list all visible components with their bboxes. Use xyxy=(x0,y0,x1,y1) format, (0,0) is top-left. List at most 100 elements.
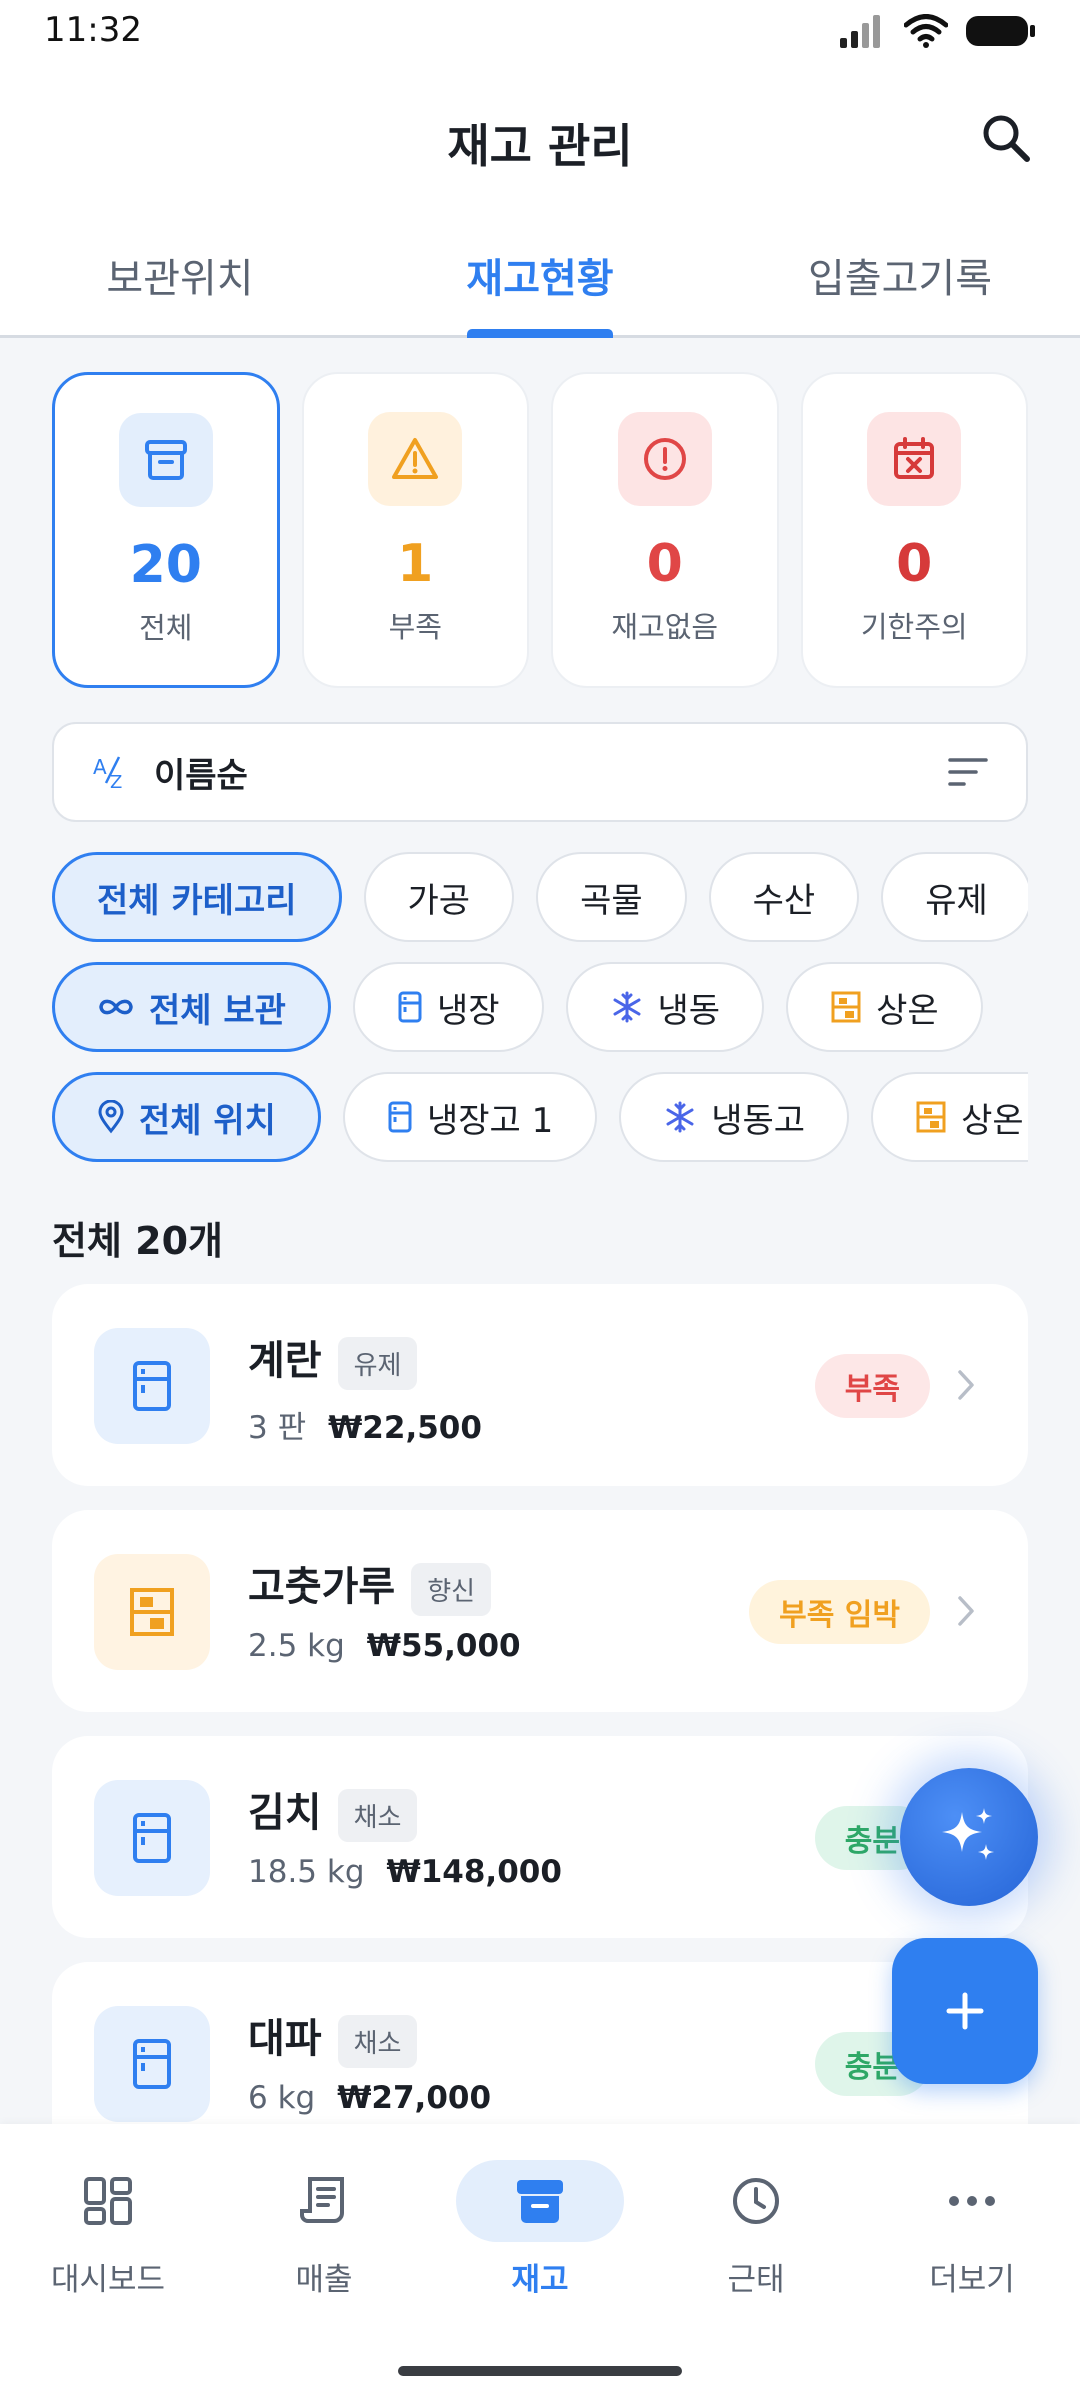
fridge-icon xyxy=(133,2039,171,2089)
item-category-tag: 채소 xyxy=(337,2014,418,2068)
summary-card-expiry[interactable]: 0 기한주의 xyxy=(800,372,1028,688)
add-item-button[interactable] xyxy=(892,1938,1038,2084)
chip-category[interactable]: 수산 xyxy=(708,852,860,942)
chip-category[interactable]: 유제 xyxy=(881,852,1028,942)
tab-storage-location[interactable]: 보관위치 xyxy=(0,210,360,335)
fridge-icon xyxy=(133,1813,171,1863)
item-quantity: 6 kg xyxy=(248,2080,316,2116)
more-dots-icon xyxy=(949,2196,995,2206)
item-thumbnail xyxy=(94,1780,210,1896)
nav-icon-pill xyxy=(888,2160,1056,2242)
list-count-title: 전체 20개 xyxy=(52,1219,223,1263)
receipt-icon xyxy=(300,2177,344,2223)
item-thumbnail xyxy=(94,1328,210,1444)
item-meta: 3 판 ₩22,500 xyxy=(248,1402,482,1447)
chip-category[interactable]: 가공 xyxy=(363,852,515,942)
chip-label: 상온 창고 xyxy=(961,1100,1028,1141)
sparkle-icon xyxy=(942,1808,994,1860)
summary-label: 재고없음 xyxy=(611,610,719,644)
search-button[interactable] xyxy=(976,108,1036,168)
summary-card-out-of-stock[interactable]: 0 재고없음 xyxy=(551,372,779,688)
item-quantity: 2.5 kg xyxy=(248,1628,345,1664)
chip-label: 냉동고 xyxy=(711,1100,806,1141)
chip-category-all[interactable]: 전체 카테고리 xyxy=(52,852,342,942)
battery-icon xyxy=(966,16,1035,46)
summary-icon-box xyxy=(118,413,213,507)
list-item[interactable]: 계란 유제 3 판 ₩22,500 부족 xyxy=(52,1284,1028,1486)
sort-az-icon: AZ xyxy=(93,755,122,792)
list-item[interactable]: 김치 채소 18.5 kg ₩148,000 충분 xyxy=(52,1736,1028,1938)
item-category-tag: 향신 xyxy=(411,1562,492,1616)
fridge-icon xyxy=(398,991,422,1023)
summary-card-low[interactable]: 1 부족 xyxy=(301,372,529,688)
svg-text:Z: Z xyxy=(110,772,122,792)
chip-label: 전체 보관 xyxy=(149,990,286,1031)
item-meta: 18.5 kg ₩148,000 xyxy=(248,1854,562,1890)
chip-storage-fridge[interactable]: 냉장 xyxy=(352,962,544,1052)
sort-selector[interactable]: AZ 이름순 xyxy=(52,722,1028,822)
snowflake-icon xyxy=(666,1101,694,1133)
shelf-icon xyxy=(831,991,861,1023)
summary-icon-box xyxy=(368,412,463,506)
tab-stock-status[interactable]: 재고현황 xyxy=(360,210,720,338)
chip-label: 전체 위치 xyxy=(139,1100,276,1141)
tab-bar: 보관위치 재고현황 입출고기록 xyxy=(0,210,1080,338)
status-bar: 11:32 xyxy=(0,0,1080,70)
plus-icon xyxy=(946,1992,984,2030)
search-icon xyxy=(983,115,1030,162)
system-icons xyxy=(840,14,1036,48)
nav-label: 근태 xyxy=(727,2262,785,2298)
list-item[interactable]: 고춧가루 향신 2.5 kg ₩55,000 부족 임박 xyxy=(52,1510,1028,1712)
page-title: 재고 관리 xyxy=(447,119,633,173)
summary-label: 기한주의 xyxy=(860,610,968,644)
chip-location[interactable]: 냉장고 1 xyxy=(342,1072,598,1162)
chip-category[interactable]: 곡물 xyxy=(536,852,687,942)
chip-location[interactable]: 상온 창고 xyxy=(871,1072,1028,1162)
chip-storage-room[interactable]: 상온 xyxy=(786,962,983,1052)
shelf-icon xyxy=(130,1588,174,1636)
summary-count: 0 xyxy=(646,534,683,594)
app-bar: 재고 관리 xyxy=(0,70,1080,210)
item-name: 김치 채소 xyxy=(248,1780,418,1842)
nav-inventory[interactable]: 재고 xyxy=(432,2124,648,2344)
inventory-list: 계란 유제 3 판 ₩22,500 부족 고춧가루 향신 2.5 kg ₩55,000 … xyxy=(52,1284,1028,2188)
nav-dashboard[interactable]: 대시보드 xyxy=(0,2124,216,2344)
summary-icon-box xyxy=(617,412,712,506)
location-filter-row: 전체 위치 냉장고 1 냉동고 상온 창고 xyxy=(52,1072,1028,1164)
summary-card-all[interactable]: 20 전체 xyxy=(52,372,280,688)
nav-sales[interactable]: 매출 xyxy=(216,2124,432,2344)
summary-count: 20 xyxy=(129,535,202,595)
summary-cards: 20 전체 1 부족 0 재고없음 0 기한주의 xyxy=(52,372,1028,688)
category-filter-row: 전체 카테고리 가공 곡물 수산 유제 향신 xyxy=(52,852,1028,944)
sort-label: 이름순 xyxy=(154,755,248,796)
chip-storage-freezer[interactable]: 냉동 xyxy=(565,962,765,1052)
item-thumbnail xyxy=(94,2006,210,2122)
item-name: 대파 채소 xyxy=(248,2006,418,2068)
item-name: 계란 유제 xyxy=(248,1328,418,1390)
tab-inout-history[interactable]: 입출고기록 xyxy=(720,210,1080,335)
calendar-x-icon xyxy=(894,437,935,479)
nav-icon-pill xyxy=(24,2160,192,2242)
svg-text:A: A xyxy=(93,755,107,779)
chip-storage-all[interactable]: 전체 보관 xyxy=(52,962,331,1052)
item-category-tag: 채소 xyxy=(337,1788,418,1842)
fridge-icon xyxy=(133,1361,171,1411)
summary-icon-box xyxy=(867,412,962,506)
chip-label: 냉동 xyxy=(657,990,721,1031)
ai-assistant-button[interactable] xyxy=(900,1768,1038,1906)
wifi-icon xyxy=(904,14,948,48)
nav-attendance[interactable]: 근태 xyxy=(648,2124,864,2344)
nav-more[interactable]: 더보기 xyxy=(864,2124,1080,2344)
chip-location-all[interactable]: 전체 위치 xyxy=(52,1072,321,1162)
chip-location[interactable]: 냉동고 xyxy=(619,1072,850,1162)
summary-label: 전체 xyxy=(139,611,193,645)
warning-triangle-icon xyxy=(392,438,439,479)
location-pin-icon xyxy=(98,1100,124,1134)
clock-icon xyxy=(733,2178,779,2224)
item-price: ₩27,000 xyxy=(337,2080,492,2116)
nav-icon-pill xyxy=(240,2160,408,2242)
home-indicator xyxy=(398,2366,682,2376)
archive-box-icon xyxy=(517,2180,563,2223)
nav-label: 더보기 xyxy=(929,2262,1015,2298)
chip-label: 냉장고 1 xyxy=(426,1100,554,1141)
